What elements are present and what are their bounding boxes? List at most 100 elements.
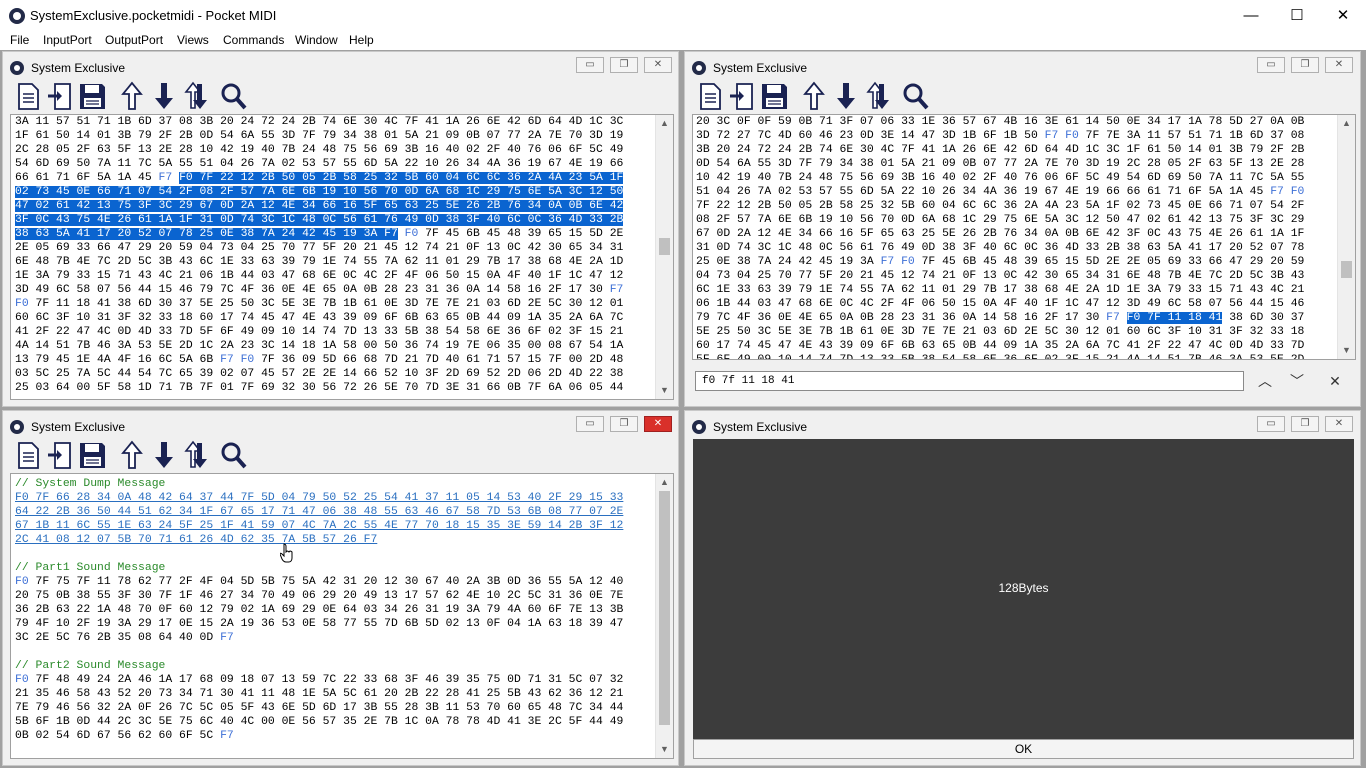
child-title: System Exclusive — [713, 420, 808, 434]
text-line: 36 2B 63 22 1A 48 70 0F 60 12 79 02 1A 6… — [15, 603, 623, 617]
sysex-window-top-right[interactable]: System Exclusive ▭ ❐ ✕ 20 3C 0F 0F 59 0B… — [684, 51, 1361, 407]
mdi-area: System Exclusive ▭ ❐ ✕ 3A 11 57 51 71 1B… — [0, 50, 1366, 768]
menu-inputport[interactable]: InputPort — [43, 33, 92, 47]
search-icon[interactable] — [901, 80, 931, 112]
vertical-scrollbar[interactable]: ▲ ▼ — [1337, 115, 1355, 359]
text-line: 25 03 64 00 5F 58 1D 71 7B 7F 01 7F 69 3… — [15, 381, 623, 395]
sysex-window-bottom-left[interactable]: System Exclusive ▭ ❐ ✕ // System Dump Me… — [2, 410, 679, 766]
new-file-icon[interactable] — [13, 439, 43, 471]
scroll-up-arrow[interactable]: ▲ — [656, 115, 673, 132]
child-titlebar[interactable]: System Exclusive ▭ ❐ ✕ — [685, 411, 1360, 437]
child-close-button[interactable]: ✕ — [644, 416, 672, 432]
text-line: 31 0D 74 3C 1C 48 0C 56 61 76 49 0D 38 3… — [696, 241, 1304, 255]
sysex-marker: F0 — [15, 298, 29, 310]
minimize-button[interactable]: — — [1228, 0, 1274, 31]
child-restore-button[interactable]: ❐ — [610, 57, 638, 73]
child-close-button[interactable]: ✕ — [1325, 57, 1353, 73]
text-line: // Part2 Sound Message — [15, 659, 623, 673]
scroll-thumb[interactable] — [659, 238, 670, 255]
scroll-down-arrow[interactable]: ▼ — [656, 741, 673, 758]
swap-icon[interactable] — [863, 80, 893, 112]
find-next-button[interactable]: ﹀ — [1285, 371, 1309, 391]
close-button[interactable]: ✕ — [1320, 0, 1366, 31]
arrow-up-icon[interactable] — [117, 80, 147, 112]
search-icon[interactable] — [219, 80, 249, 112]
child-minimize-button[interactable]: ▭ — [576, 416, 604, 432]
menu-commands[interactable]: Commands — [223, 33, 284, 47]
text-editor-view[interactable]: // System Dump Message F0 7F 66 28 34 0A … — [10, 473, 674, 759]
sysex-marker: F7 — [1106, 312, 1120, 324]
hex-bytes: 10 42 19 40 7B 24 48 75 56 69 3B 16 40 0… — [696, 172, 1305, 184]
ok-button[interactable]: OK — [693, 739, 1354, 759]
arrow-down-icon[interactable] — [149, 80, 179, 112]
child-titlebar[interactable]: System Exclusive ▭ ❐ ✕ — [3, 52, 678, 78]
arrow-up-icon[interactable] — [799, 80, 829, 112]
sysex-marker: F7 F0 — [220, 354, 255, 366]
new-file-icon[interactable] — [13, 80, 43, 112]
child-close-button[interactable]: ✕ — [644, 57, 672, 73]
arrow-down-icon[interactable] — [831, 80, 861, 112]
search-close-button[interactable]: ✕ — [1323, 371, 1347, 391]
menu-window[interactable]: Window — [295, 33, 338, 47]
find-previous-button[interactable]: ︿ — [1253, 371, 1277, 391]
maximize-button[interactable]: ☐ — [1274, 0, 1320, 31]
child-close-button[interactable]: ✕ — [1325, 416, 1353, 432]
hex-bytes: 20 3C 0F 0F 59 0B 71 3F 07 06 33 1E 36 5… — [696, 116, 1305, 128]
menu-outputport[interactable]: OutputPort — [105, 33, 163, 47]
child-minimize-button[interactable]: ▭ — [576, 57, 604, 73]
save-icon[interactable] — [77, 80, 107, 112]
sysex-window-top-left[interactable]: System Exclusive ▭ ❐ ✕ 3A 11 57 51 71 1B… — [2, 51, 679, 407]
scroll-down-arrow[interactable]: ▼ — [656, 382, 673, 399]
hex-bytes: 2E 05 69 33 66 47 29 20 59 04 73 04 25 7… — [15, 242, 624, 254]
sysex-marker: F7 — [220, 632, 234, 644]
child-minimize-button[interactable]: ▭ — [1257, 416, 1285, 432]
child-minimize-button[interactable]: ▭ — [1257, 57, 1285, 73]
scroll-up-arrow[interactable]: ▲ — [1338, 115, 1355, 132]
open-file-icon[interactable] — [727, 80, 757, 112]
arrow-up-icon[interactable] — [117, 439, 147, 471]
scroll-down-arrow[interactable]: ▼ — [1338, 342, 1355, 359]
child-restore-button[interactable]: ❐ — [1291, 57, 1319, 73]
vertical-scrollbar[interactable]: ▲ ▼ — [655, 115, 673, 399]
child-titlebar[interactable]: System Exclusive ▭ ❐ ✕ — [685, 52, 1360, 78]
text-line — [15, 645, 623, 659]
linked-bytes: 67 1B 11 6C 55 1E 63 24 5F 25 1F 41 59 0… — [15, 520, 624, 532]
scroll-thumb[interactable] — [659, 491, 670, 725]
hex-bytes: 1E 3A 79 33 15 71 43 4C 21 06 1B 44 03 4… — [15, 270, 624, 282]
text-line: 79 7C 4F 36 0E 4E 65 0A 0B 28 23 31 36 0… — [696, 311, 1304, 325]
child-restore-button[interactable]: ❐ — [610, 416, 638, 432]
text-line: 0B 02 54 6D 67 56 62 60 6F 5C F7 — [15, 729, 623, 743]
hex-view[interactable]: 3A 11 57 51 71 1B 6D 37 08 3B 20 24 72 2… — [10, 114, 674, 400]
open-file-icon[interactable] — [45, 80, 75, 112]
scroll-thumb[interactable] — [1341, 261, 1352, 278]
hex-view[interactable]: 20 3C 0F 0F 59 0B 71 3F 07 06 33 1E 36 5… — [692, 114, 1356, 360]
menu-help[interactable]: Help — [349, 33, 374, 47]
new-file-icon[interactable] — [695, 80, 725, 112]
hex-bytes: 3C 2E 5C 76 2B 35 08 64 40 0D — [15, 632, 221, 644]
menu-file[interactable]: File — [10, 33, 29, 47]
swap-icon[interactable] — [181, 80, 211, 112]
search-input[interactable] — [695, 371, 1244, 391]
text-line: 3A 11 57 51 71 1B 6D 37 08 3B 20 24 72 2… — [15, 115, 623, 129]
search-icon[interactable] — [219, 439, 249, 471]
open-file-icon[interactable] — [45, 439, 75, 471]
menu-views[interactable]: Views — [177, 33, 209, 47]
text-line: 1E 3A 79 33 15 71 43 4C 21 06 1B 44 03 4… — [15, 269, 623, 283]
hex-bytes: 1F 61 50 14 01 3B 79 2F 2B 0D 54 6A 55 3… — [15, 130, 624, 142]
selected-bytes: F0 7F 11 18 41 — [1126, 312, 1223, 324]
vertical-scrollbar[interactable]: ▲ ▼ — [655, 474, 673, 758]
hex-bytes: 7F 36 09 5D 66 68 7D 21 7D 40 61 71 57 1… — [254, 354, 624, 366]
save-icon[interactable] — [759, 80, 789, 112]
hex-lines: 20 3C 0F 0F 59 0B 71 3F 07 06 33 1E 36 5… — [696, 115, 1305, 359]
child-titlebar[interactable]: System Exclusive ▭ ❐ ✕ — [3, 411, 678, 437]
child-restore-button[interactable]: ❐ — [1291, 416, 1319, 432]
menu-bar: File InputPort OutputPort Views Commands… — [0, 31, 1366, 50]
swap-icon[interactable] — [181, 439, 211, 471]
text-line: 47 02 61 42 13 75 3F 3C 29 67 0D 2A 12 4… — [15, 199, 624, 213]
scroll-up-arrow[interactable]: ▲ — [656, 474, 673, 491]
arrow-down-icon[interactable] — [149, 439, 179, 471]
save-icon[interactable] — [77, 439, 107, 471]
text-lines: // System Dump Message F0 7F 66 28 34 0A … — [15, 477, 623, 743]
text-line: 20 75 0B 38 55 3F 30 7F 1F 46 27 34 70 4… — [15, 589, 623, 603]
sysex-window-bottom-right[interactable]: System Exclusive ▭ ❐ ✕ 128Bytes OK — [684, 410, 1361, 766]
